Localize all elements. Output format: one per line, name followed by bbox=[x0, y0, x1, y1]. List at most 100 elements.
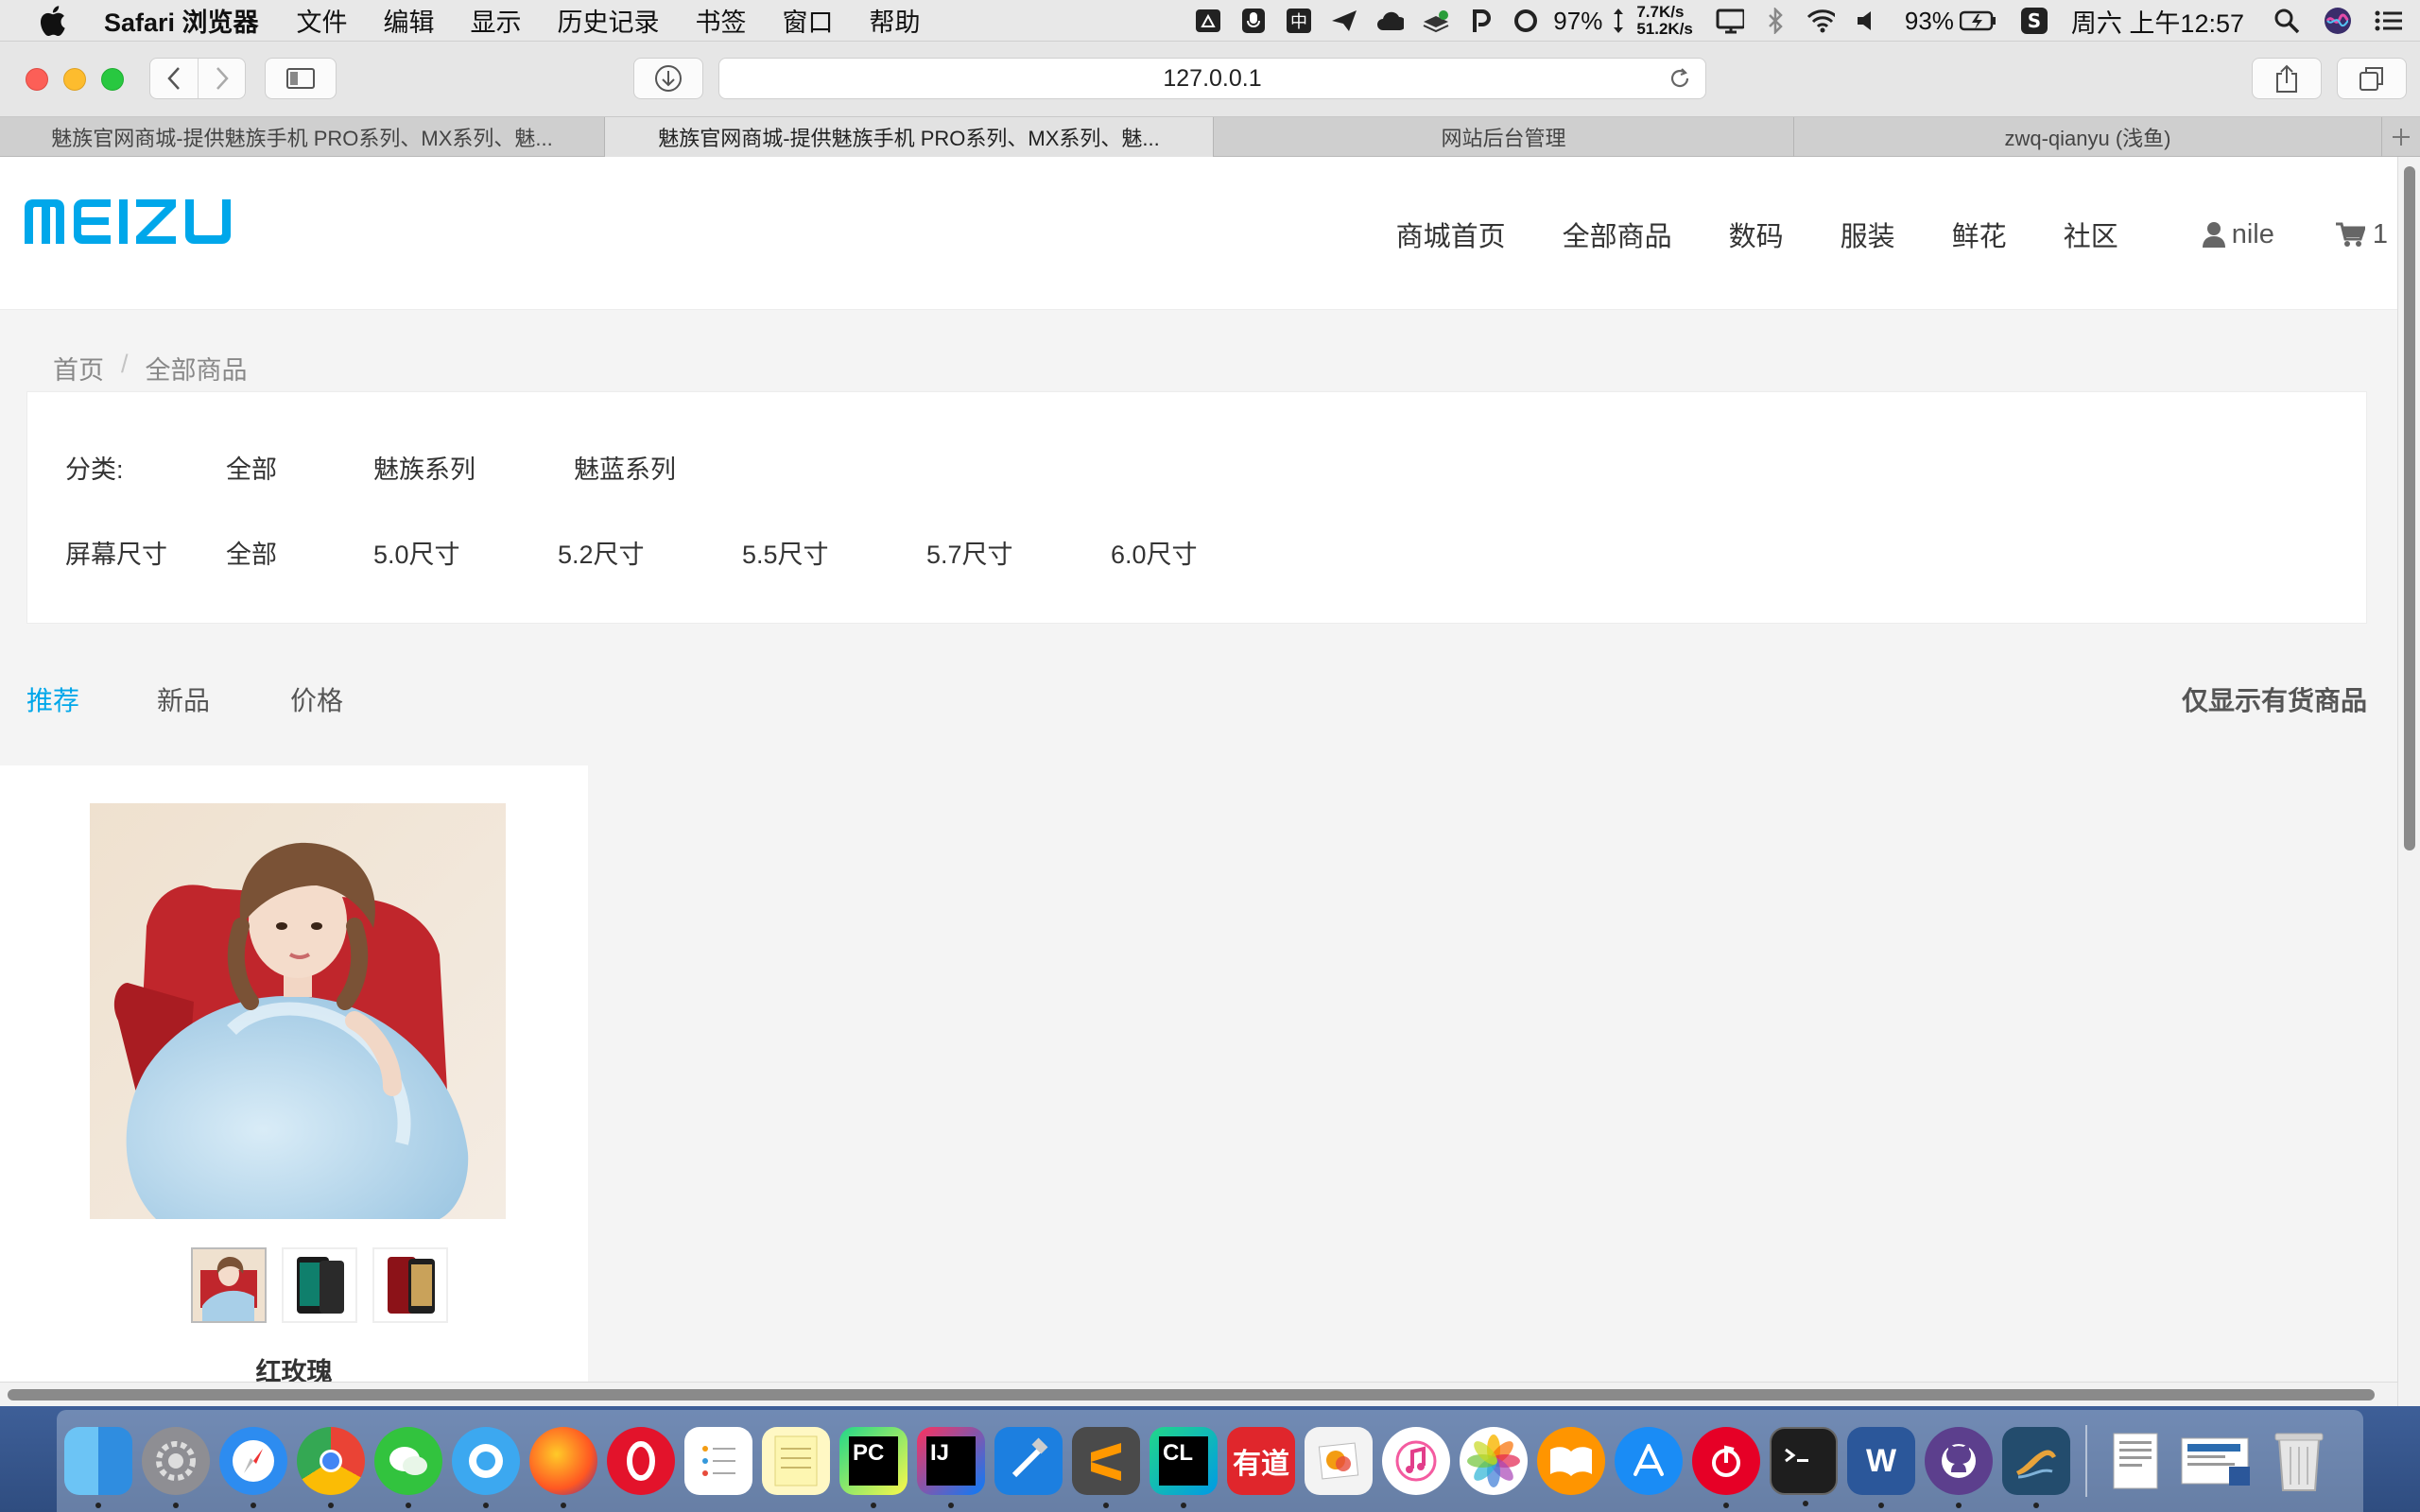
thumbnail-portrait[interactable] bbox=[191, 1247, 267, 1323]
display-icon[interactable] bbox=[1716, 7, 1744, 35]
menu-window[interactable]: 窗口 bbox=[783, 2, 834, 39]
pycharm-icon[interactable]: PC bbox=[839, 1427, 908, 1508]
cart-link[interactable]: 1 bbox=[2335, 219, 2388, 250]
send-icon[interactable] bbox=[1330, 7, 1358, 35]
forward-button[interactable] bbox=[198, 59, 245, 98]
cpu-ring-icon[interactable] bbox=[1512, 7, 1540, 35]
product-card[interactable]: 红玫瑰 bbox=[0, 765, 588, 1382]
breadcrumb-home[interactable]: 首页 bbox=[53, 350, 104, 387]
clion-icon[interactable]: CL bbox=[1150, 1427, 1218, 1508]
battery-icon[interactable] bbox=[1959, 7, 1997, 35]
photos-icon[interactable] bbox=[1460, 1427, 1528, 1495]
chrome-icon[interactable] bbox=[297, 1427, 365, 1508]
meizu-logo[interactable] bbox=[25, 198, 244, 246]
window-zoom-button[interactable] bbox=[101, 68, 124, 91]
opera-icon[interactable] bbox=[607, 1427, 675, 1495]
trash-icon[interactable] bbox=[2265, 1427, 2333, 1495]
nav-clothing[interactable]: 服装 bbox=[1841, 215, 1895, 254]
spotlight-search-icon[interactable] bbox=[2273, 7, 2301, 35]
xcode-icon[interactable] bbox=[994, 1427, 1063, 1495]
terminal-icon[interactable] bbox=[1770, 1427, 1838, 1506]
ibooks-icon[interactable] bbox=[1537, 1427, 1605, 1495]
sidebar-toggle-button[interactable] bbox=[265, 58, 337, 99]
product-name[interactable]: 红玫瑰 bbox=[0, 1351, 588, 1382]
sort-recommended[interactable]: 推荐 bbox=[26, 680, 79, 718]
wifi-icon[interactable] bbox=[1806, 7, 1835, 35]
stack-icon[interactable] bbox=[1421, 7, 1449, 35]
menu-help[interactable]: 帮助 bbox=[870, 2, 921, 39]
nav-digital[interactable]: 数码 bbox=[1729, 215, 1784, 254]
preview-icon[interactable] bbox=[1305, 1427, 1373, 1495]
clock[interactable]: 周六 上午12:57 bbox=[2071, 3, 2244, 40]
volume-icon[interactable] bbox=[1852, 7, 1880, 35]
documents-stack-icon[interactable] bbox=[2102, 1427, 2170, 1495]
screen-5-0[interactable]: 5.0尺寸 bbox=[373, 534, 558, 571]
bluetooth-icon[interactable] bbox=[1761, 7, 1789, 35]
downloads-button[interactable] bbox=[633, 58, 703, 99]
notification-center-icon[interactable] bbox=[2375, 7, 2403, 35]
finder-icon[interactable] bbox=[64, 1427, 132, 1508]
microphone-icon[interactable] bbox=[1239, 7, 1268, 35]
sort-price[interactable]: 价格 bbox=[290, 680, 343, 718]
menu-edit[interactable]: 编辑 bbox=[384, 2, 435, 39]
screen-5-2[interactable]: 5.2尺寸 bbox=[558, 534, 742, 571]
wechat-icon[interactable] bbox=[374, 1427, 442, 1508]
product-image[interactable] bbox=[90, 803, 506, 1219]
category-all[interactable]: 全部 bbox=[226, 449, 373, 486]
new-tab-button[interactable] bbox=[2382, 117, 2420, 156]
word-icon[interactable]: W bbox=[1847, 1427, 1915, 1508]
nav-store-home[interactable]: 商城首页 bbox=[1396, 215, 1506, 254]
tab-meizu-1[interactable]: 魅族官网商城-提供魅族手机 PRO系列、MX系列、魅... bbox=[0, 117, 605, 157]
sogou-icon[interactable]: S bbox=[2020, 7, 2048, 35]
screen-all[interactable]: 全部 bbox=[226, 534, 373, 571]
intellij-icon[interactable]: IJ bbox=[917, 1427, 985, 1508]
screen-5-7[interactable]: 5.7尺寸 bbox=[926, 534, 1111, 571]
downloads-stack-icon[interactable] bbox=[2180, 1427, 2256, 1495]
in-stock-only-toggle[interactable]: 仅显示有货商品 bbox=[2182, 680, 2367, 718]
tab-admin[interactable]: 网站后台管理 bbox=[1214, 117, 1794, 157]
menu-history[interactable]: 历史记录 bbox=[558, 2, 660, 39]
url-text[interactable]: 127.0.0.1 bbox=[1163, 65, 1261, 93]
menu-bookmarks[interactable]: 书签 bbox=[696, 2, 747, 39]
tab-github[interactable]: zwq-qianyu (浅鱼) bbox=[1794, 117, 2382, 157]
apple-menu-icon[interactable] bbox=[38, 4, 72, 38]
siri-icon[interactable] bbox=[2324, 7, 2352, 35]
youdao-dictionary-icon[interactable]: 有道 bbox=[1227, 1427, 1295, 1495]
horizontal-scrollbar[interactable] bbox=[0, 1382, 2397, 1406]
screen-6-0[interactable]: 6.0尺寸 bbox=[1111, 534, 1198, 571]
github-desktop-icon[interactable] bbox=[1925, 1427, 1993, 1508]
google-drive-icon[interactable] bbox=[1194, 7, 1222, 35]
show-tabs-button[interactable] bbox=[2337, 58, 2407, 99]
thumbnail-black-phone[interactable] bbox=[282, 1247, 357, 1323]
netease-music-icon[interactable] bbox=[1692, 1427, 1760, 1508]
category-meilan[interactable]: 魅蓝系列 bbox=[574, 449, 676, 486]
qq-icon[interactable] bbox=[452, 1427, 520, 1508]
nav-community[interactable]: 社区 bbox=[2064, 215, 2118, 254]
system-preferences-icon[interactable] bbox=[142, 1427, 210, 1508]
address-bar[interactable]: 127.0.0.1 bbox=[718, 58, 1706, 99]
window-minimize-button[interactable] bbox=[63, 68, 86, 91]
sublime-text-icon[interactable] bbox=[1072, 1427, 1140, 1508]
paw-icon[interactable] bbox=[1466, 7, 1495, 35]
itunes-icon[interactable] bbox=[1382, 1427, 1450, 1495]
safari-icon[interactable] bbox=[219, 1427, 287, 1508]
reminders-icon[interactable] bbox=[684, 1427, 752, 1495]
share-button[interactable] bbox=[2252, 58, 2322, 99]
thumbnail-red-phone[interactable] bbox=[372, 1247, 448, 1323]
back-button[interactable] bbox=[150, 59, 198, 98]
app-store-icon[interactable] bbox=[1615, 1427, 1683, 1495]
mysql-workbench-icon[interactable] bbox=[2002, 1427, 2070, 1508]
cloud-icon[interactable] bbox=[1375, 7, 1405, 35]
menu-app-name[interactable]: Safari 浏览器 bbox=[104, 2, 259, 39]
category-meizu[interactable]: 魅族系列 bbox=[373, 449, 574, 486]
nav-all-products[interactable]: 全部商品 bbox=[1563, 215, 1672, 254]
nav-flowers[interactable]: 鲜花 bbox=[1952, 215, 2007, 254]
tab-meizu-2[interactable]: 魅族官网商城-提供魅族手机 PRO系列、MX系列、魅... bbox=[605, 117, 1214, 157]
input-method-icon[interactable]: 中 bbox=[1285, 7, 1313, 35]
vertical-scrollbar[interactable] bbox=[2397, 157, 2420, 1406]
screen-5-5[interactable]: 5.5尺寸 bbox=[742, 534, 926, 571]
notes-icon[interactable] bbox=[762, 1427, 830, 1495]
horizontal-scroll-thumb[interactable] bbox=[8, 1389, 2375, 1400]
sort-newest[interactable]: 新品 bbox=[157, 680, 210, 718]
user-menu[interactable]: nile bbox=[2202, 219, 2274, 250]
